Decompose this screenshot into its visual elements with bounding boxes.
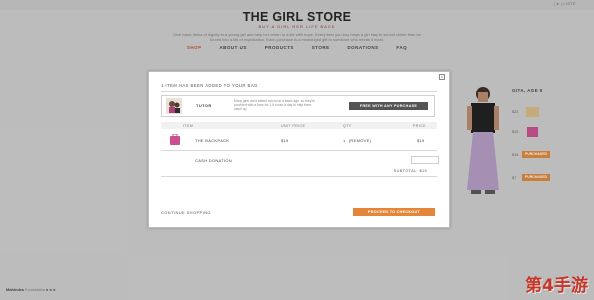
- cash-donation-input[interactable]: [411, 156, 439, 164]
- qty-value[interactable]: 1: [343, 138, 346, 143]
- subtotal: SUBTOTAL: $19: [393, 169, 427, 173]
- added-to-bag-modal: × 1 ITEM HAS BEEN ADDED TO YOUR BAG TUTO…: [148, 71, 450, 228]
- tutor-offer: TUTOR Many girls don't attend school at …: [161, 95, 435, 117]
- header-item: ITEM: [183, 123, 194, 128]
- continue-shopping-link[interactable]: CONTINUE SHOPPING: [161, 210, 211, 215]
- added-message: 1 ITEM HAS BEEN ADDED TO YOUR BAG: [161, 83, 258, 88]
- divider: [161, 176, 437, 177]
- divider: [161, 150, 437, 151]
- remove-link[interactable]: [REMOVE]: [349, 138, 371, 143]
- cash-donation-label: CASH DONATION: [195, 158, 232, 163]
- free-with-purchase-button[interactable]: FREE WITH ANY PURCHASE: [349, 102, 428, 110]
- divider: [161, 91, 437, 92]
- table-header: ITEM UNIT PRICE QTY PRICE: [161, 122, 437, 129]
- tutor-label: TUTOR: [196, 103, 212, 108]
- header-qty: QTY: [343, 123, 352, 128]
- tutor-image: [166, 98, 182, 114]
- unit-price: $19: [281, 138, 289, 143]
- row-price: $19: [417, 138, 425, 143]
- item-name: THE BACKPACK: [195, 138, 230, 143]
- header-price: PRICE: [413, 123, 426, 128]
- proceed-to-checkout-button[interactable]: PROCEED TO CHECKOUT: [353, 208, 435, 216]
- tutor-description: Many girls don't attend school at a basi…: [234, 99, 315, 112]
- close-icon[interactable]: ×: [439, 74, 445, 80]
- backpack-icon: [170, 134, 180, 145]
- header-unit-price: UNIT PRICE: [281, 123, 306, 128]
